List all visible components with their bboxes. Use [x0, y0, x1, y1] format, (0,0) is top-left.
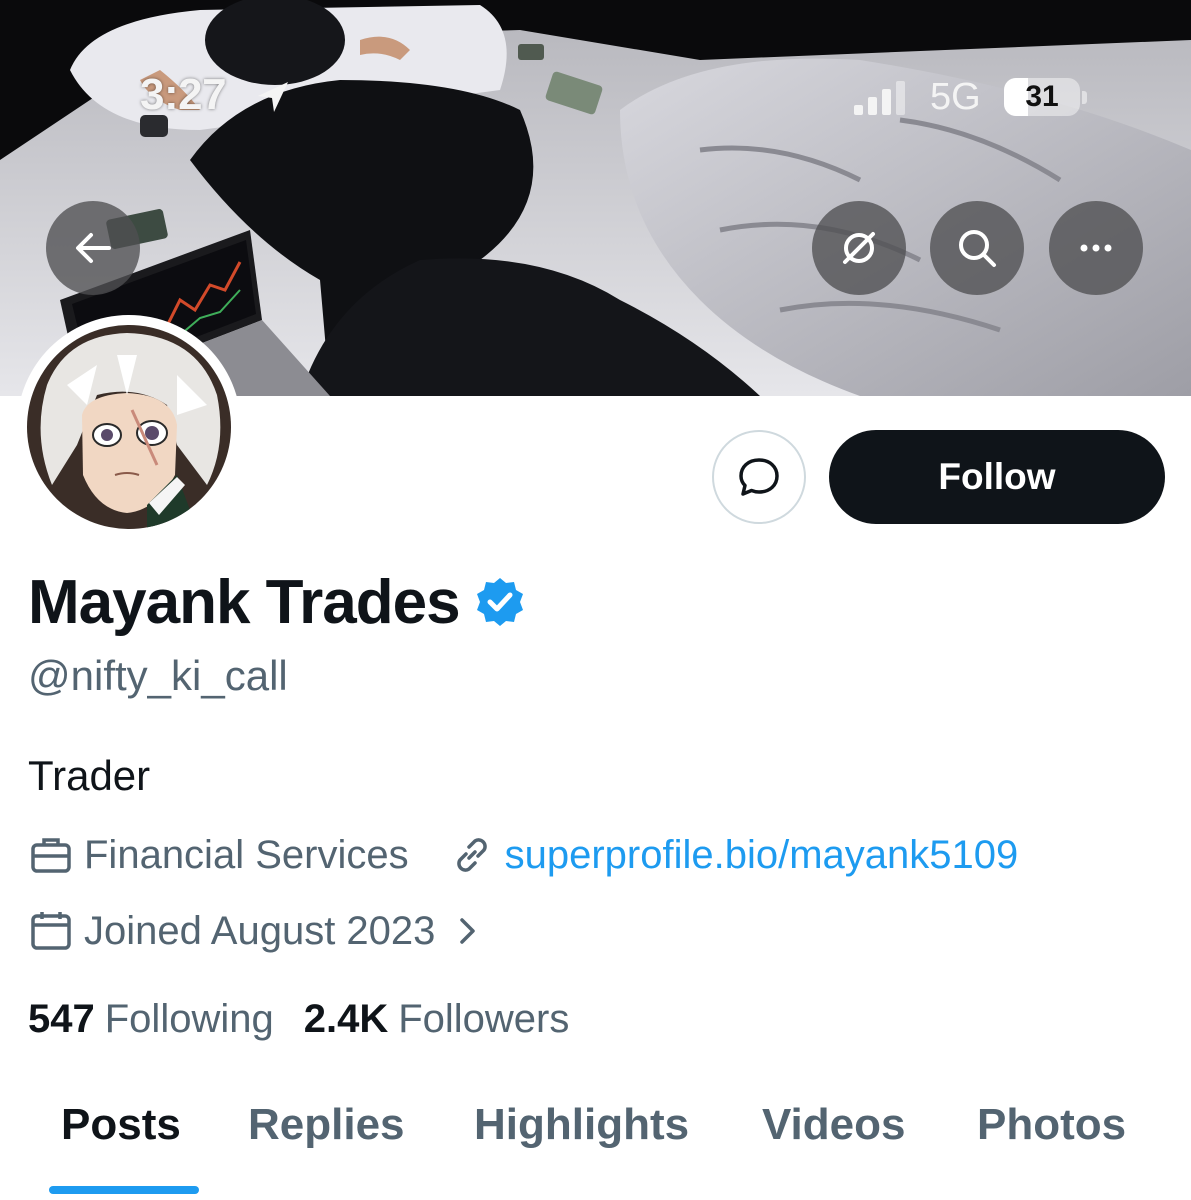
- verified-badge-icon[interactable]: [474, 576, 526, 628]
- avatar-image: [27, 325, 231, 529]
- arrow-left-icon: [76, 233, 111, 263]
- battery-level: 31: [1025, 80, 1059, 113]
- profile-category: Financial Services: [84, 832, 409, 877]
- chevron-right-icon: [460, 918, 476, 944]
- link-icon: [456, 838, 487, 872]
- display-name-row: Mayank Trades: [28, 562, 526, 642]
- battery-indicator: 31: [1004, 78, 1080, 116]
- grok-button[interactable]: [812, 201, 906, 295]
- tab-replies[interactable]: Replies: [248, 1100, 405, 1150]
- profile-meta-row: Financial Services superprofile.bio/maya…: [28, 830, 1018, 880]
- tab-highlights[interactable]: Highlights: [474, 1100, 689, 1150]
- back-button[interactable]: [46, 201, 140, 295]
- grok-icon: [843, 232, 875, 264]
- followers-count: 2.4K: [303, 996, 389, 1041]
- joined-date: Joined August 2023: [84, 908, 436, 953]
- search-button[interactable]: [930, 201, 1024, 295]
- more-options-button[interactable]: [1049, 201, 1143, 295]
- network-type: 5G: [930, 76, 981, 118]
- status-time: 3:27: [140, 70, 227, 119]
- following-count: 547: [28, 996, 95, 1041]
- followers-stat[interactable]: 2.4K Followers: [304, 997, 570, 1042]
- active-tab-indicator: [49, 1186, 199, 1194]
- following-label: Following: [104, 996, 274, 1041]
- signal-strength-icon: [854, 81, 905, 115]
- status-bar: 3:27 5G 31: [0, 0, 1191, 190]
- display-name: Mayank Trades: [28, 567, 461, 637]
- profile-website-link[interactable]: superprofile.bio/mayank5109: [505, 833, 1019, 878]
- profile-bio: Trader: [28, 752, 151, 799]
- tab-videos[interactable]: Videos: [762, 1100, 905, 1150]
- more-horizontal-icon: [1080, 244, 1112, 252]
- battery-cap: [1082, 91, 1087, 104]
- message-bubble-icon: [739, 458, 779, 496]
- message-button[interactable]: [712, 430, 806, 524]
- joined-row[interactable]: Joined August 2023: [28, 906, 483, 956]
- search-icon: [959, 230, 996, 267]
- profile-tabs: Posts Replies Highlights Videos Photos: [0, 1078, 1191, 1200]
- followers-label: Followers: [398, 996, 570, 1041]
- tab-photos[interactable]: Photos: [977, 1100, 1126, 1150]
- profile-avatar[interactable]: [17, 315, 241, 539]
- follow-stats: 547 Following 2.4K Followers: [28, 994, 569, 1044]
- location-arrow-icon: [258, 82, 288, 112]
- following-stat[interactable]: 547 Following: [28, 997, 274, 1042]
- tab-posts[interactable]: Posts: [61, 1100, 181, 1150]
- profile-handle: @nifty_ki_call: [28, 652, 288, 699]
- briefcase-icon: [31, 838, 71, 873]
- follow-button[interactable]: Follow: [829, 430, 1165, 524]
- calendar-icon: [31, 912, 71, 950]
